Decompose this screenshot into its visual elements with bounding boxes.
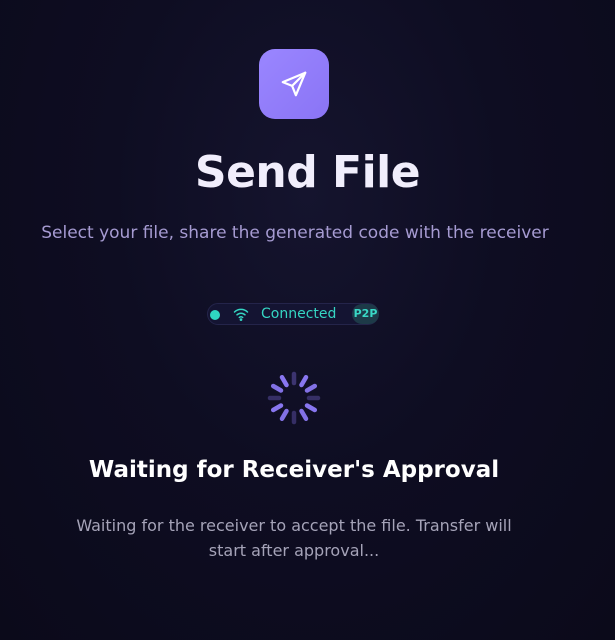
page-subtitle: Select your file, share the generated co… xyxy=(41,223,549,243)
approval-status-description: Waiting for the receiver to accept the f… xyxy=(76,516,512,560)
paper-plane-icon xyxy=(281,71,307,97)
loading-spinner-icon xyxy=(267,371,321,425)
connection-status-pill: Connected P2P xyxy=(207,303,379,325)
status-dot-icon xyxy=(210,310,220,320)
approval-status-heading: Waiting for Receiver's Approval xyxy=(88,457,500,483)
page-title: Send File xyxy=(194,147,421,198)
wifi-icon xyxy=(233,308,249,321)
connection-status-label: Connected xyxy=(261,306,337,322)
p2p-badge: P2P xyxy=(352,304,379,324)
send-file-app-icon xyxy=(259,49,329,119)
